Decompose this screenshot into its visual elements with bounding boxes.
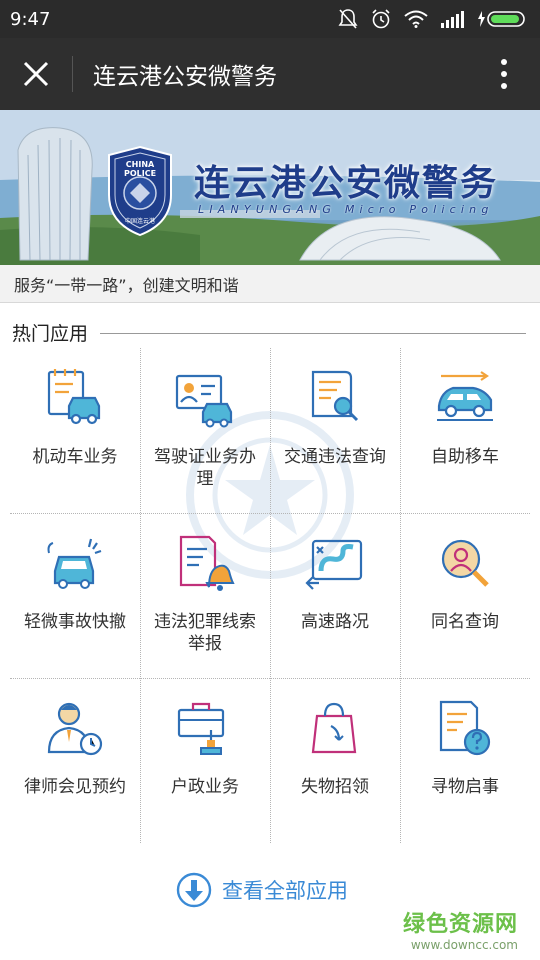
wifi-icon	[404, 10, 428, 28]
more-menu-button[interactable]	[468, 38, 540, 110]
mute-icon	[338, 9, 358, 29]
banner-title: 连云港公安微警务	[194, 163, 499, 204]
hero-banner: CHINA POLICE 中国连云港 连云港公安微警务 LIANYUNGANG …	[0, 110, 540, 265]
vehicle-business-icon	[47, 369, 101, 425]
badge-text: CHINA POLICE	[123, 160, 157, 178]
app-label: 驾驶证业务办理	[154, 447, 256, 489]
app-highway-conditions[interactable]: 高速路况	[270, 513, 400, 678]
traffic-violation-query-icon	[311, 370, 359, 422]
app-traffic-violation-query[interactable]: 交通违法查询	[270, 348, 400, 513]
alarm-icon	[372, 9, 390, 29]
minor-accident-icon	[47, 538, 102, 589]
crime-report-icon	[179, 535, 235, 591]
app-label: 高速路况	[301, 612, 369, 632]
signal-icon	[441, 11, 464, 28]
lost-item-notice-icon	[439, 700, 491, 756]
app-household-registration[interactable]: 户政业务	[140, 678, 270, 843]
same-name-query-icon	[441, 539, 489, 587]
household-registration-icon	[177, 702, 225, 755]
app-same-name-query[interactable]: 同名查询	[400, 513, 530, 678]
driver-license-icon	[175, 374, 233, 428]
app-minor-accident[interactable]: 轻微事故快撤	[10, 513, 140, 678]
banner-subtitle: LIANYUNGANG Micro Policing	[198, 203, 494, 216]
app-label: 律师会见预约	[24, 777, 126, 797]
status-time: 9:47	[10, 8, 51, 30]
app-label: 违法犯罪线索举报	[154, 612, 256, 654]
more-vertical-icon	[501, 59, 507, 89]
app-label: 户政业务	[171, 777, 239, 797]
section-header: 热门应用	[0, 318, 540, 346]
app-label: 交通违法查询	[284, 447, 386, 467]
close-icon	[23, 61, 49, 87]
section-title: 热门应用	[12, 322, 89, 345]
app-driver-license[interactable]: 驾驶证业务办理	[140, 348, 270, 513]
app-lost-item-notice[interactable]: 寻物启事	[400, 678, 530, 843]
site-watermark-name: 绿色资源网	[402, 912, 518, 937]
status-icons	[338, 8, 528, 30]
site-watermark: 绿色资源网 www.downcc.com	[403, 906, 518, 952]
app-label: 轻微事故快撤	[24, 612, 126, 632]
app-label: 失物招领	[301, 777, 369, 797]
app-label: 寻物启事	[431, 777, 499, 797]
app-label: 机动车业务	[32, 447, 118, 467]
hot-apps-grid: 机动车业务 驾驶证业务办理 交通违法查询 自助移车 轻微事故快撤 违法犯罪线索举…	[10, 348, 530, 843]
view-all-label: 查看全部应用	[222, 879, 348, 903]
arrow-down-circle-icon	[176, 872, 212, 908]
battery-charging-icon	[478, 11, 525, 27]
app-lawyer-appointment[interactable]: 律师会见预约	[10, 678, 140, 843]
site-watermark-url: www.downcc.com	[410, 938, 518, 952]
app-self-service-car-move[interactable]: 自助移车	[400, 348, 530, 513]
close-button[interactable]	[0, 38, 72, 110]
section-divider	[100, 332, 526, 334]
self-service-car-move-icon	[437, 371, 493, 421]
badge-subtext: 中国连云港	[124, 218, 155, 225]
status-bar: 9:47	[0, 0, 540, 38]
slogan-bar: 服务“一带一路”，创建文明和谐	[0, 265, 540, 303]
view-all-apps-button[interactable]: 查看全部应用	[176, 870, 348, 910]
lost-and-found-icon	[311, 702, 357, 754]
app-label: 同名查询	[431, 612, 499, 632]
highway-conditions-icon	[305, 539, 363, 590]
lawyer-appointment-icon	[47, 702, 103, 756]
app-lost-and-found[interactable]: 失物招领	[270, 678, 400, 843]
page-title: 连云港公安微警务	[93, 64, 277, 90]
app-vehicle-business[interactable]: 机动车业务	[10, 348, 140, 513]
title-bar: 连云港公安微警务	[0, 38, 540, 110]
app-crime-report[interactable]: 违法犯罪线索举报	[140, 513, 270, 678]
app-label: 自助移车	[431, 447, 499, 467]
